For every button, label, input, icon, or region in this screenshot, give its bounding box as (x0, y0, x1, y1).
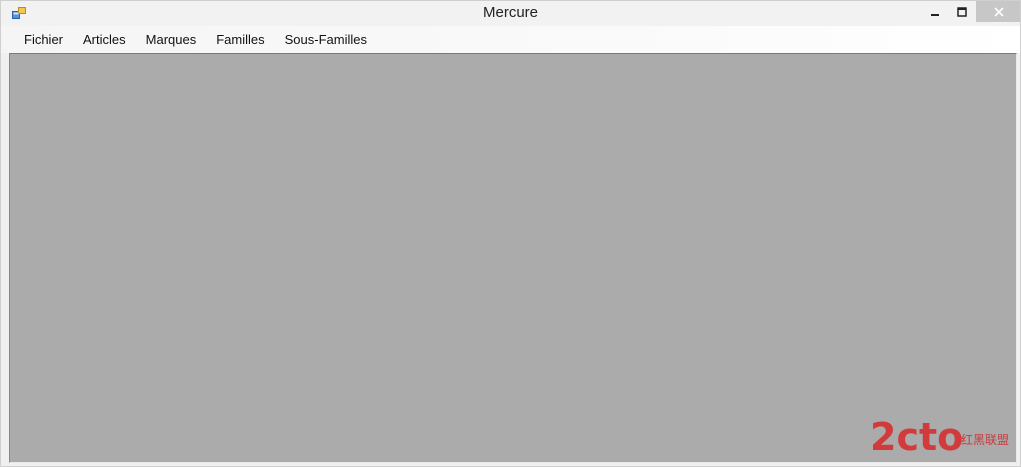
watermark-logo-text: 2cto (870, 415, 963, 458)
title-bar[interactable]: Mercure (1, 1, 1020, 26)
watermark-logo: 2cto 红黑联盟 (870, 414, 1010, 459)
menu-item-marques[interactable]: Marques (136, 28, 207, 51)
minimize-icon (931, 13, 939, 16)
close-icon (994, 6, 1004, 17)
menu-item-fichier[interactable]: Fichier (14, 28, 73, 51)
watermark-subtitle: 红黑联盟 (960, 433, 1009, 447)
menu-item-familles[interactable]: Familles (206, 28, 274, 51)
menu-item-articles[interactable]: Articles (73, 28, 136, 51)
mdi-client-area[interactable]: 2cto 红黑联盟 (9, 53, 1017, 463)
maximize-icon (957, 6, 967, 17)
menu-item-sous-familles[interactable]: Sous-Familles (275, 28, 377, 51)
menu-bar: Fichier Articles Marques Familles Sous-F… (1, 26, 1020, 53)
app-window-icon[interactable] (12, 6, 26, 20)
main-window: Mercure Fichier Articles Marques Famille… (0, 0, 1021, 467)
close-button[interactable] (976, 1, 1020, 22)
maximize-button[interactable] (946, 1, 978, 22)
window-title: Mercure (482, 4, 538, 21)
